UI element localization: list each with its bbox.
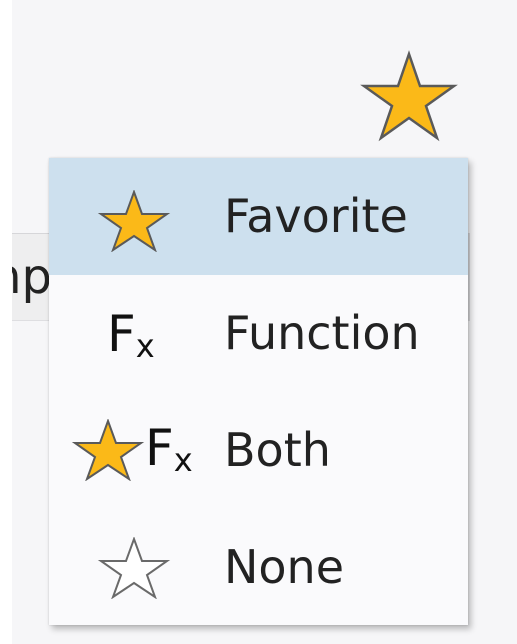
fx-icon: Fx [145,419,193,479]
favorite-filter-menu: Favorite Fx Function Fx Both None [49,158,468,625]
menu-item-function[interactable]: Fx Function [49,275,468,392]
fx-icon: Fx [107,305,155,365]
menu-item-none[interactable]: None [49,509,468,626]
fx-icon-x: x [173,441,193,479]
background-field-text: np [12,249,52,305]
menu-item-label: Both [224,423,331,477]
star-outline-icon [95,536,173,603]
star-filled-icon [95,189,173,256]
fx-icon-f: F [107,305,136,363]
star-icon[interactable] [359,50,459,142]
menu-item-label: Favorite [224,189,408,243]
menu-item-both[interactable]: Fx Both [49,392,468,509]
menu-item-label: Function [224,306,420,360]
menu-item-label: None [224,540,345,594]
menu-item-favorite[interactable]: Favorite [49,158,468,275]
fx-icon-x: x [135,327,155,365]
fx-icon-f: F [145,419,174,477]
